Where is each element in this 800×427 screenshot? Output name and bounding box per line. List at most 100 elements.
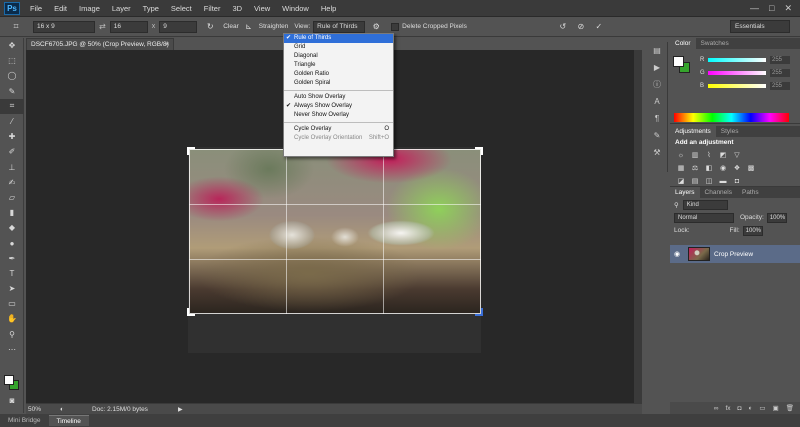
crop-handle-bottom-right[interactable] [475, 308, 483, 316]
blur-tool-icon[interactable]: ◆ [0, 220, 24, 235]
menu-type[interactable]: Type [137, 4, 165, 13]
clear-button[interactable]: Clear [223, 23, 239, 30]
always-show-overlay-option[interactable]: ✔ Always Show Overlay [284, 102, 393, 111]
cancel-icon[interactable]: ⊘ [574, 21, 588, 33]
crop-height-input[interactable]: 9 [159, 20, 198, 33]
tab-styles[interactable]: Styles [716, 126, 744, 137]
delete-cropped-checkbox[interactable] [391, 22, 400, 31]
foreground-color-swatch[interactable] [4, 375, 14, 385]
tab-mini-bridge[interactable]: Mini Bridge [0, 415, 49, 426]
marquee-tool-icon[interactable]: ⬚ [0, 53, 24, 68]
close-document-icon[interactable]: × [165, 39, 169, 50]
overlay-option-triangle[interactable]: Triangle [284, 61, 393, 70]
eraser-tool-icon[interactable]: ▱ [0, 190, 24, 205]
menu-file[interactable]: File [24, 4, 48, 13]
layer-crop-preview[interactable]: ◉ Crop Preview [670, 245, 800, 263]
crop-handle-bottom-left[interactable] [187, 308, 195, 316]
red-value-input[interactable]: 255 [770, 55, 790, 64]
blue-slider[interactable] [708, 83, 766, 88]
menu-select[interactable]: Select [165, 4, 198, 13]
crop-box[interactable] [189, 149, 481, 314]
photo-filter-icon[interactable]: ◉ [717, 163, 729, 173]
menu-edit[interactable]: Edit [48, 4, 73, 13]
new-group-icon[interactable]: ▭ [759, 404, 765, 412]
overlay-option-grid[interactable]: Grid [284, 43, 393, 52]
posterize-icon[interactable]: ▤ [689, 176, 701, 186]
foreground-color-swatch[interactable] [673, 56, 684, 67]
color-lookup-icon[interactable]: ▩ [745, 163, 757, 173]
fx-icon[interactable]: fx [725, 405, 730, 412]
crop-handle-top-right[interactable] [475, 147, 483, 155]
straighten-icon[interactable]: ⊾ [242, 21, 256, 33]
invert-icon[interactable]: ◪ [675, 176, 687, 186]
hand-tool-icon[interactable]: ✋ [0, 311, 24, 326]
vibrance-icon[interactable]: ▽ [731, 150, 743, 160]
menu-help[interactable]: Help [315, 4, 342, 13]
never-show-overlay-option[interactable]: Never Show Overlay [284, 111, 393, 120]
zoom-level[interactable]: 50% [26, 406, 60, 413]
brightness-contrast-icon[interactable]: ☼ [675, 150, 687, 160]
tab-channels[interactable]: Channels [700, 187, 737, 198]
status-info-icon[interactable]: ◐ [60, 406, 64, 413]
info-panel-icon[interactable]: ⓘ [646, 76, 668, 93]
status-menu-arrow-icon[interactable]: ▶ [178, 406, 183, 413]
red-slider[interactable] [708, 57, 766, 62]
opacity-input[interactable]: 100% [766, 212, 787, 223]
fill-input[interactable]: 100% [742, 225, 763, 236]
eyedropper-tool-icon[interactable]: ⁄ [0, 114, 24, 129]
tab-adjustments[interactable]: Adjustments [670, 126, 716, 137]
vertical-scrollbar[interactable] [634, 50, 642, 403]
actions-panel-icon[interactable]: ▶ [646, 59, 668, 76]
brush-presets-icon[interactable]: ✎ [646, 127, 668, 144]
layer-kind-filter[interactable]: Kind [682, 199, 728, 210]
threshold-icon[interactable]: ◫ [703, 176, 715, 186]
tab-color[interactable]: Color [670, 38, 696, 49]
tab-paths[interactable]: Paths [737, 187, 764, 198]
tool-presets-icon[interactable]: ⚒ [646, 144, 668, 161]
overlay-option-golden-ratio[interactable]: Golden Ratio [284, 70, 393, 79]
type-tool-icon[interactable]: T [0, 266, 24, 281]
character-panel-icon[interactable]: A [646, 93, 668, 110]
quick-select-tool-icon[interactable]: ✎ [0, 84, 24, 99]
color-balance-icon[interactable]: ⚖ [689, 163, 701, 173]
rectangle-tool-icon[interactable]: ▭ [0, 296, 24, 311]
crop-handle-top-left[interactable] [187, 147, 195, 155]
clone-stamp-tool-icon[interactable]: ⊥ [0, 160, 24, 175]
black-white-icon[interactable]: ◧ [703, 163, 715, 173]
blend-mode-select[interactable]: Normal [674, 212, 734, 223]
color-spectrum-bar[interactable] [674, 113, 789, 122]
more-tools-icon[interactable]: ⋯ [0, 342, 24, 357]
zoom-tool-icon[interactable]: ⚲ [0, 327, 24, 342]
new-layer-icon[interactable]: ▣ [773, 404, 779, 412]
overlay-option-diagonal[interactable]: Diagonal [284, 52, 393, 61]
green-slider[interactable] [708, 70, 766, 75]
new-adjustment-icon[interactable]: ◐ [748, 405, 752, 412]
menu-window[interactable]: Window [276, 4, 315, 13]
workspace-select[interactable]: Essentials [730, 20, 790, 33]
history-panel-icon[interactable]: ▤ [646, 42, 668, 59]
document-tab[interactable]: DSCF6705.JPG @ 50% (Crop Preview, RGB/8)… [26, 38, 174, 59]
quick-mask-icon[interactable]: ◙ [0, 393, 24, 408]
cycle-overlay-option[interactable]: Cycle Overlay O [284, 125, 393, 134]
overlay-option-golden-spiral[interactable]: Golden Spiral [284, 79, 393, 88]
menu-3d[interactable]: 3D [226, 4, 248, 13]
tab-timeline[interactable]: Timeline [48, 415, 89, 426]
crop-tool-preset-icon[interactable]: ⌗ [5, 19, 27, 35]
swap-dimensions-icon[interactable]: ⇄ [99, 22, 106, 31]
straighten-button[interactable]: Straighten [259, 23, 289, 30]
menu-layer[interactable]: Layer [106, 4, 137, 13]
link-layers-icon[interactable]: ∞ [714, 405, 719, 412]
commit-icon[interactable]: ✓ [592, 21, 606, 33]
maximize-button[interactable]: □ [769, 3, 774, 14]
selective-color-icon[interactable]: ◘ [731, 176, 743, 186]
gradient-tool-icon[interactable]: ▮ [0, 205, 24, 220]
exposure-icon[interactable]: ◩ [717, 150, 729, 160]
menu-filter[interactable]: Filter [198, 4, 227, 13]
visibility-eye-icon[interactable]: ◉ [670, 250, 684, 258]
add-mask-icon[interactable]: ◘ [738, 405, 742, 412]
menu-view[interactable]: View [248, 4, 276, 13]
paragraph-panel-icon[interactable]: ¶ [646, 110, 668, 127]
tab-layers[interactable]: Layers [670, 187, 700, 198]
hue-saturation-icon[interactable]: ▦ [675, 163, 687, 173]
rotate-icon[interactable]: ↻ [203, 21, 217, 33]
